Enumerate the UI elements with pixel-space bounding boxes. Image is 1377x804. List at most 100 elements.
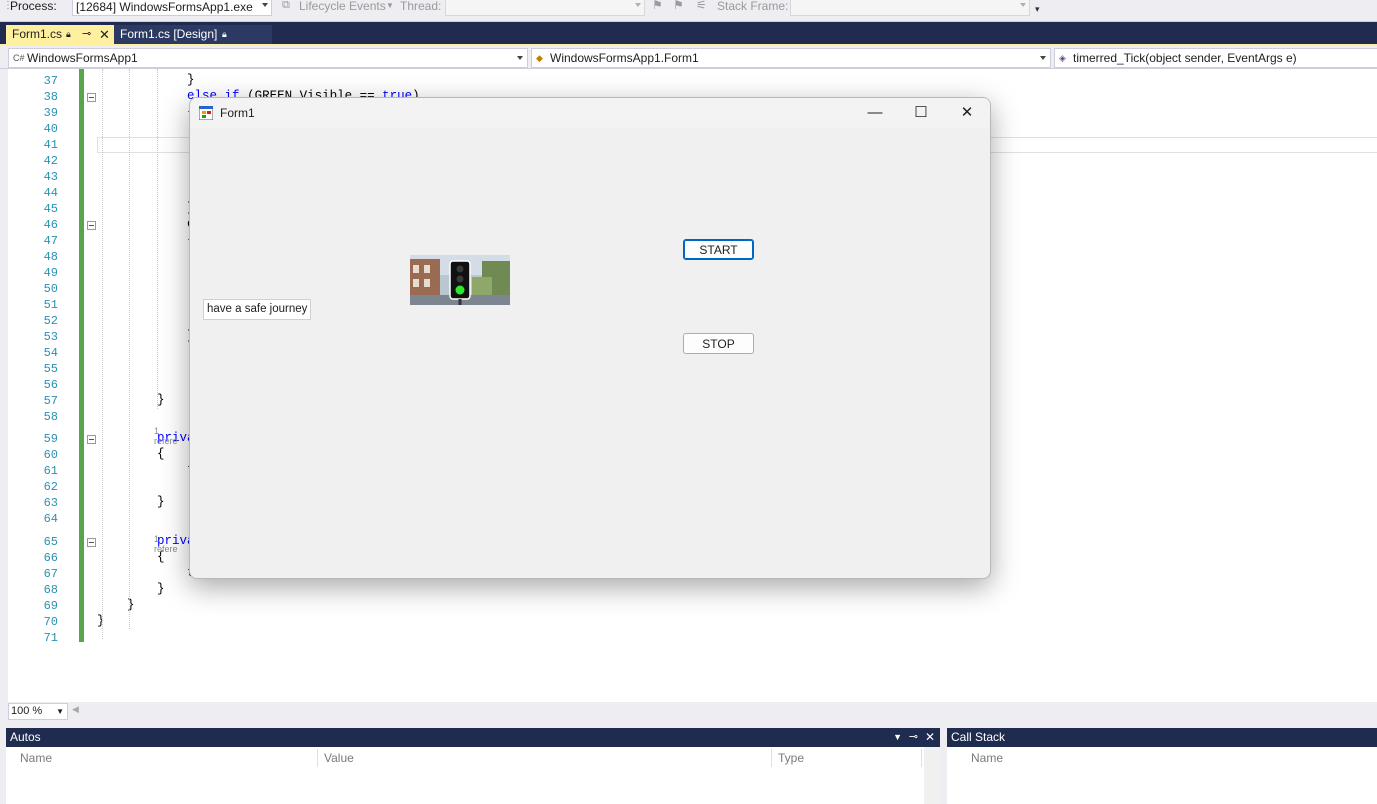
class-icon: ◆ — [536, 53, 543, 63]
toolbar-overflow-icon[interactable]: ▾ — [1035, 4, 1040, 15]
line-number: 71 — [43, 631, 58, 645]
code-line[interactable]: } — [97, 494, 165, 510]
lifecycle-icon: ⧉ — [282, 0, 290, 11]
line-number: 42 — [43, 154, 58, 168]
code-line[interactable]: } — [97, 392, 165, 408]
collapse-outline-icon[interactable] — [87, 221, 96, 230]
call-stack-panel: Call Stack Name — [947, 728, 1377, 804]
line-number: 61 — [43, 464, 58, 478]
line-number: 41 — [43, 138, 58, 152]
csharp-project-icon: C# — [13, 53, 25, 63]
line-number: 56 — [43, 378, 58, 392]
chevron-down-icon[interactable]: ▼ — [893, 728, 902, 747]
collapse-outline-icon[interactable] — [87, 538, 96, 547]
project-value: WindowsFormsApp1 — [27, 51, 138, 65]
process-combo[interactable]: [12684] WindowsFormsApp1.exe — [72, 0, 272, 16]
column-header-type[interactable]: Type — [772, 749, 922, 767]
pin-icon[interactable]: ⊸ — [909, 728, 918, 747]
code-line[interactable]: } — [97, 581, 165, 597]
collapse-outline-icon[interactable] — [87, 93, 96, 102]
line-number: 38 — [43, 90, 58, 104]
thread-label: Thread: — [400, 0, 442, 13]
line-number: 44 — [43, 186, 58, 200]
chevron-down-icon — [1020, 3, 1026, 7]
tab-form1-cs[interactable]: Form1.cs 🔒︎ ⊸ ✕ — [6, 25, 122, 44]
line-number: 58 — [43, 410, 58, 424]
code-line[interactable]: } — [97, 328, 195, 344]
code-line[interactable]: } — [97, 613, 105, 629]
traffic-light-picture — [410, 255, 510, 305]
line-number: 52 — [43, 314, 58, 328]
code-line[interactable]: { — [97, 104, 195, 120]
line-number: 69 — [43, 599, 58, 613]
debug-toolbar: ⋮ Process: [12684] WindowsFormsApp1.exe … — [0, 0, 1377, 22]
call-stack-title: Call Stack — [951, 730, 1006, 744]
editor-zoom-bar: 100 % ▼ ◀ — [8, 702, 1377, 720]
codelens-references[interactable]: 1 refere — [154, 426, 178, 446]
line-number: 67 — [43, 567, 58, 581]
codelens-references[interactable]: 1 refere — [154, 534, 178, 554]
autos-title-bar: Autos ▼ ⊸ ✕ — [6, 728, 940, 747]
line-number: 60 — [43, 448, 58, 462]
lifecycle-events-button[interactable]: Lifecycle Events — [299, 0, 386, 13]
line-number: 54 — [43, 346, 58, 360]
chevron-down-icon — [1040, 56, 1046, 60]
maximize-icon[interactable]: ☐ — [898, 98, 944, 128]
stack-frame-combo[interactable] — [790, 0, 1030, 16]
column-header-name[interactable]: Name — [14, 749, 318, 767]
autos-panel: Autos ▼ ⊸ ✕ Name Value Type — [6, 728, 940, 804]
indent-guide — [129, 69, 130, 629]
stack-icon: ⚟ — [696, 0, 707, 12]
line-number: 43 — [43, 170, 58, 184]
code-line[interactable]: priva — [97, 430, 195, 446]
change-tracking-bar — [79, 69, 84, 642]
line-number: 37 — [43, 74, 58, 88]
start-button[interactable]: START — [683, 239, 754, 260]
line-number: 46 — [43, 218, 58, 232]
close-icon[interactable]: ✕ — [944, 98, 990, 128]
flag-filter-icon[interactable]: ⚑ — [673, 0, 684, 12]
code-line[interactable]: t — [97, 462, 195, 478]
line-number: 50 — [43, 282, 58, 296]
column-header-name[interactable]: Name — [965, 749, 1377, 767]
project-combo[interactable]: C# WindowsFormsApp1 — [8, 48, 528, 68]
panel-separator — [0, 720, 1377, 728]
minimize-icon[interactable]: — — [852, 98, 898, 128]
close-icon[interactable]: ✕ — [925, 728, 935, 747]
form-app-icon — [199, 106, 213, 120]
vertical-scrollbar[interactable] — [924, 747, 940, 804]
flag-icon[interactable]: ⚑ — [652, 0, 663, 12]
scroll-left-icon[interactable]: ◀ — [72, 704, 79, 715]
zoom-combo[interactable]: 100 % ▼ — [8, 703, 68, 720]
code-line[interactable]: { — [97, 446, 165, 462]
tab-label: Form1.cs — [12, 27, 63, 41]
class-combo[interactable]: ◆ WindowsFormsApp1.Form1 — [531, 48, 1051, 68]
column-header-value[interactable]: Value — [318, 749, 772, 767]
line-number: 47 — [43, 234, 58, 248]
code-line[interactable]: { — [97, 232, 195, 248]
thread-combo[interactable] — [445, 0, 645, 16]
member-combo[interactable]: ◈ timerred_Tick(object sender, EventArgs… — [1054, 48, 1377, 68]
code-line[interactable]: } — [97, 200, 195, 216]
tab-form1-design[interactable]: Form1.cs [Design] 🔒︎ — [114, 25, 272, 44]
navigation-bar: C# WindowsFormsApp1 ◆ WindowsFormsApp1.F… — [0, 46, 1377, 69]
close-icon[interactable]: ✕ — [99, 25, 110, 44]
stop-button[interactable]: STOP — [683, 333, 754, 354]
code-line[interactable]: } — [97, 72, 195, 88]
chevron-down-icon — [262, 3, 268, 7]
lock-icon: 🔒︎ — [66, 29, 71, 39]
line-number: 48 — [43, 250, 58, 264]
method-icon: ◈ — [1059, 53, 1066, 63]
form1-title-bar[interactable]: Form1 — ☐ ✕ — [190, 98, 990, 128]
code-line[interactable]: e — [97, 216, 195, 232]
collapse-outline-icon[interactable] — [87, 435, 96, 444]
line-number: 45 — [43, 202, 58, 216]
form1-window[interactable]: Form1 — ☐ ✕ START STOP have a safe journ… — [189, 97, 991, 579]
line-number: 55 — [43, 362, 58, 376]
pin-icon[interactable]: ⊸ — [82, 25, 91, 44]
journey-message-label: have a safe journey — [203, 299, 312, 320]
editor-left-margin — [0, 69, 8, 719]
code-line[interactable]: priva — [97, 533, 195, 549]
autos-title: Autos — [10, 730, 41, 744]
lock-icon: 🔒︎ — [222, 29, 227, 39]
